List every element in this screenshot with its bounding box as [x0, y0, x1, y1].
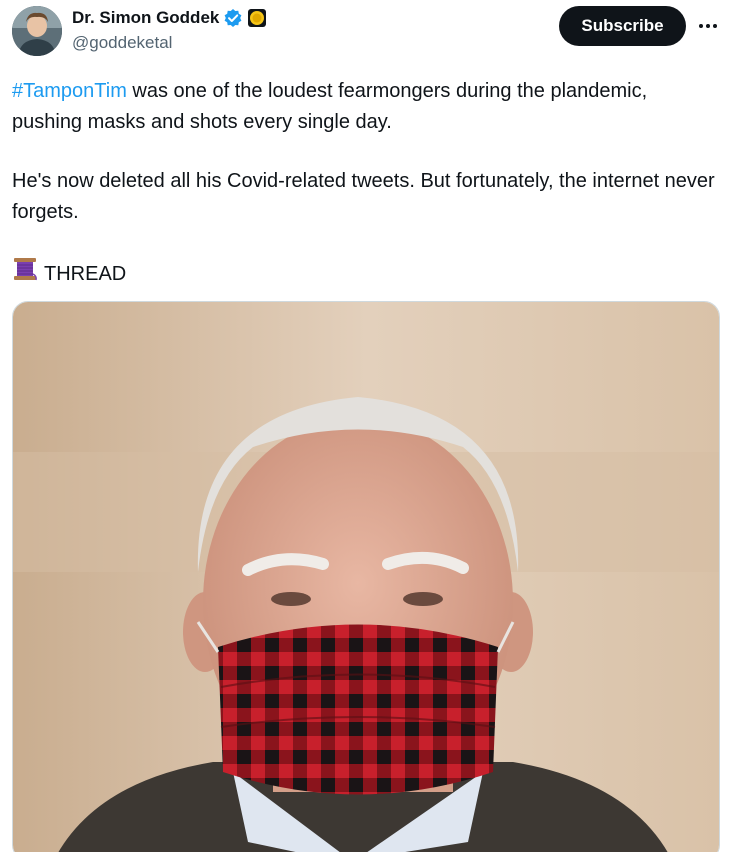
author-display-name[interactable]: Dr. Simon Goddek — [72, 8, 219, 28]
hashtag-link[interactable]: #TamponTim — [12, 80, 127, 102]
tweet-media-image[interactable] — [12, 301, 720, 852]
tweet-text: #TamponTim was one of the loudest fearmo… — [12, 76, 722, 292]
verified-check-icon — [223, 8, 243, 28]
spool-of-thread-icon — [12, 256, 38, 292]
thread-label-row: THREAD — [12, 256, 722, 292]
tweet-paragraph-2: He's now deleted all his Covid-related t… — [12, 170, 715, 223]
tweet-header: Dr. Simon Goddek @goddeketal Subscribe — [0, 0, 731, 64]
thread-label: THREAD — [44, 262, 127, 285]
more-dots-icon[interactable] — [694, 14, 722, 38]
gold-circle-badge-icon — [247, 8, 267, 28]
tweet-paragraph-1: #TamponTim was one of the loudest fearmo… — [12, 76, 722, 138]
subscribe-button[interactable]: Subscribe — [559, 6, 686, 46]
author-name-row: Dr. Simon Goddek — [72, 8, 267, 28]
avatar[interactable] — [12, 6, 62, 56]
author-handle[interactable]: @goddeketal — [72, 33, 172, 53]
